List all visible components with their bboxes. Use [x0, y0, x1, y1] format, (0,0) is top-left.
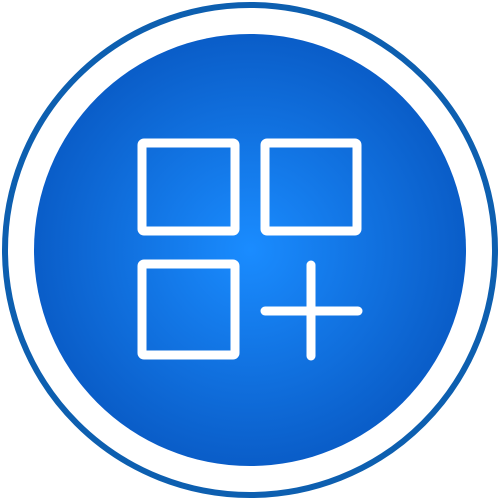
add-widget-button[interactable] — [0, 0, 500, 500]
icon-disc — [34, 34, 466, 466]
add-widget-icon — [2, 2, 498, 498]
icon-stage — [0, 0, 500, 500]
